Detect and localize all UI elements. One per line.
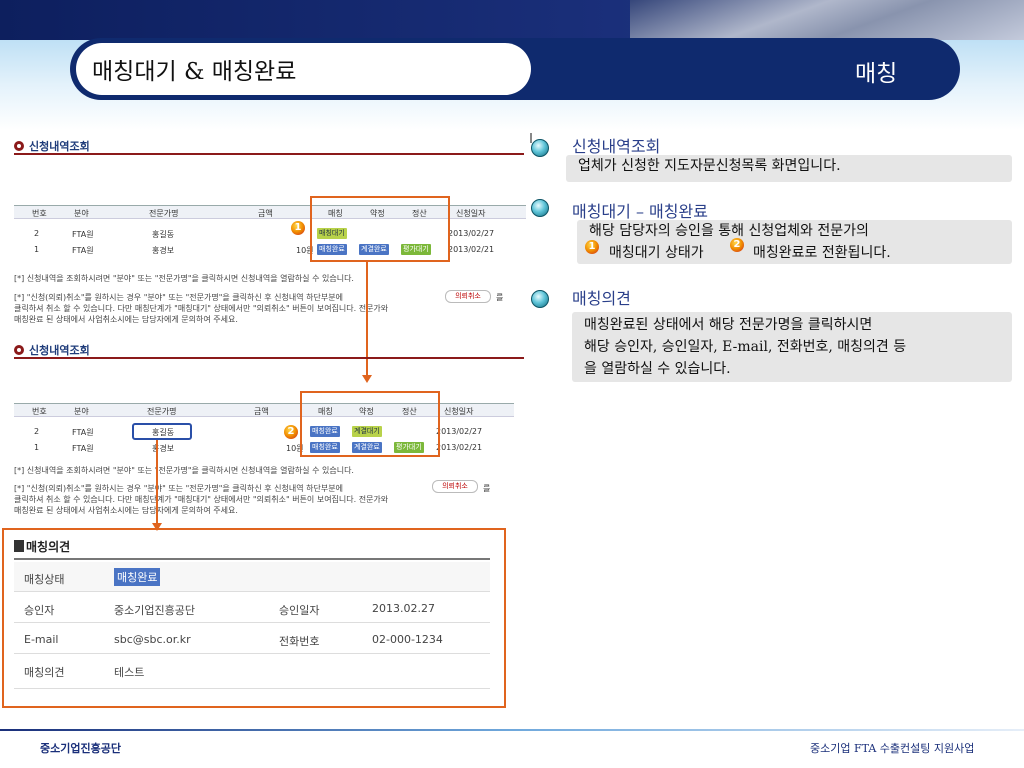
row-date: 2013/02/21	[448, 245, 495, 254]
bullet-icon	[14, 540, 24, 552]
row-no: 2	[34, 229, 40, 238]
section-title: 매칭	[855, 61, 898, 87]
footer-org: 중소기업진흥공단	[40, 742, 121, 755]
section-circle-icon	[14, 345, 24, 355]
detail-row-opinion: 매칭의견 테스트	[14, 655, 490, 689]
approval-date-value: 2013.02.27	[372, 602, 435, 615]
marker-2-icon: 2	[284, 425, 298, 439]
screen1-note-3: 클릭하셔 취소 할 수 있습니다. 다만 매칭단계가 "매칭대기" 상태에서만 …	[14, 304, 389, 313]
cancel-request-button[interactable]: 의뢰취소	[432, 480, 478, 493]
screen1-note-2-tail: 를	[496, 293, 504, 302]
row-field-link[interactable]: FTA원	[72, 427, 94, 438]
arrow-down-icon	[362, 375, 372, 383]
detail-title: 매칭의견	[14, 538, 70, 555]
screen1-note-2: [*] "신청(의뢰)취소"를 원하시는 경우 "분야" 또는 "전문가명"을 …	[14, 293, 343, 302]
row-date: 2013/02/21	[436, 443, 483, 452]
screen1-note-4: 매칭완료 된 상태에서 사업취소시에는 담당자에게 문의하여 주세요.	[14, 315, 238, 324]
right-title-1: 신청내역조회	[572, 137, 661, 156]
expert-name-highlight	[132, 423, 192, 440]
right-box-3: 매칭완료된 상태에서 해당 전문가명을 클릭하시면 해당 승인자, 승인일자, …	[572, 312, 1012, 382]
screen2-note-4: 매칭완료 된 상태에서 사업취소시에는 담당자에게 문의하여 주세요.	[14, 506, 238, 515]
col-field: 분야	[74, 209, 89, 218]
row-date: 2013/02/27	[448, 229, 495, 238]
row-field-link[interactable]: FTA원	[72, 443, 94, 454]
row-field-link[interactable]: FTA원	[72, 229, 94, 240]
col-amount: 금액	[254, 407, 269, 416]
email-label: E-mail	[24, 633, 59, 646]
right-title-2: 매칭대기 – 매칭완료	[572, 202, 708, 221]
screen2-title-text: 신청내역조회	[29, 344, 90, 357]
row-date: 2013/02/27	[436, 427, 483, 436]
approver-value: 중소기업진흥공단	[114, 604, 195, 617]
opinion-label: 매칭의견	[24, 666, 65, 679]
right-title-3: 매칭의견	[572, 289, 631, 308]
right-box-3-line-2: 해당 승인자, 승인일자, E-mail, 전화번호, 매칭의견 등	[584, 339, 907, 355]
right-box-3-line-1: 매칭완료된 상태에서 해당 전문가명을 클릭하시면	[584, 317, 873, 333]
slide: 매칭대기 & 매칭완료 매칭 신청내역조회 번호 분야 전문가명 금액 매칭 약…	[0, 0, 1024, 768]
cancel-request-button[interactable]: 의뢰취소	[445, 290, 491, 303]
opinion-value: 테스트	[114, 666, 145, 679]
detail-title-text: 매칭의견	[26, 540, 71, 554]
detail-row-status: 매칭상태 매칭완료	[14, 562, 490, 592]
detail-divider	[14, 558, 490, 560]
col-field: 분야	[74, 407, 89, 416]
row-no: 2	[34, 427, 40, 436]
screen2-title-underline	[14, 357, 524, 359]
phone-label: 전화번호	[279, 635, 320, 648]
screen1-note-1: [*] 신청내역을 조회하시려면 "분야" 또는 "전문가명"을 클릭하시면 신…	[14, 274, 354, 283]
marker-1-icon: 1	[291, 221, 305, 235]
detail-row-contact: E-mail sbc@sbc.or.kr 전화번호 02-000-1234	[14, 624, 490, 654]
row-expert-link[interactable]: 홍길동	[152, 229, 174, 240]
divider-tick	[530, 133, 532, 143]
footer-program: 중소기업 FTA 수출컨설팅 지원사업	[810, 742, 975, 755]
page-title: 매칭대기 & 매칭완료	[92, 59, 297, 85]
col-amount: 금액	[258, 209, 273, 218]
right-box-3-line-3: 을 열람하실 수 있습니다.	[584, 361, 731, 377]
right-box-2-line-1: 해당 담당자의 승인을 통해 신청업체와 전문가의	[589, 223, 869, 239]
phone-value: 02-000-1234	[372, 633, 443, 646]
row-no: 1	[34, 245, 40, 254]
marker-1-icon: 1	[585, 240, 599, 254]
bullet-orb-icon	[531, 199, 549, 217]
row-expert-link[interactable]: 홍경보	[152, 245, 174, 256]
screen2-note-2: [*] "신청(의뢰)취소"를 원하시는 경우 "분야" 또는 "전문가명"을 …	[14, 484, 343, 493]
row-field-link[interactable]: FTA원	[72, 245, 94, 256]
screen2-title: 신청내역조회	[14, 342, 90, 358]
approval-date-label: 승인일자	[279, 604, 320, 617]
highlight-box-1	[310, 196, 450, 262]
right-box-1: 업체가 신청한 지도자문신청목록 화면입니다.	[566, 155, 1012, 182]
right-box-2: 해당 담당자의 승인을 통해 신청업체와 전문가의 매칭대기 상태가 매칭완료로…	[577, 220, 1012, 264]
marker-2-icon: 2	[730, 238, 744, 252]
section-circle-icon	[14, 141, 24, 151]
col-date: 신청일자	[444, 407, 474, 416]
screen1-title-underline	[14, 153, 524, 155]
col-expert: 전문가명	[147, 407, 177, 416]
footer-line	[0, 729, 1024, 731]
col-date: 신청일자	[456, 209, 486, 218]
bullet-orb-icon	[531, 290, 549, 308]
right-box-2-line-2: 매칭대기 상태가 매칭완료로 전환됩니다.	[589, 242, 1000, 264]
status-badge: 매칭완료	[114, 568, 161, 586]
screen2-note-3: 클릭하셔 취소 할 수 있습니다. 다만 매칭단계가 "매칭대기" 상태에서만 …	[14, 495, 389, 504]
col-no: 번호	[32, 407, 47, 416]
screen2-note-2-tail: 를	[483, 484, 491, 493]
row-no: 1	[34, 443, 40, 452]
highlight-box-2	[300, 391, 440, 457]
detail-row-approver: 승인자 중소기업진흥공단 승인일자 2013.02.27	[14, 593, 490, 623]
header-photo	[630, 0, 1024, 40]
screen1-title-text: 신청내역조회	[29, 140, 90, 153]
status-label: 매칭상태	[24, 573, 65, 586]
right-box-2-line-2a: 매칭대기 상태가	[609, 245, 704, 261]
col-expert: 전문가명	[149, 209, 179, 218]
right-box-2-line-2b: 매칭완료로 전환됩니다.	[753, 245, 891, 261]
screen1-title: 신청내역조회	[14, 138, 90, 154]
approver-label: 승인자	[24, 604, 55, 617]
right-box-1-line: 업체가 신청한 지도자문신청목록 화면입니다.	[578, 158, 841, 174]
screen2-note-1: [*] 신청내역을 조회하시려면 "분야" 또는 "전문가명"을 클릭하시면 신…	[14, 466, 354, 475]
col-no: 번호	[32, 209, 47, 218]
bullet-orb-icon	[531, 139, 549, 157]
connector-line-2	[156, 440, 158, 525]
email-value: sbc@sbc.or.kr	[114, 633, 191, 646]
